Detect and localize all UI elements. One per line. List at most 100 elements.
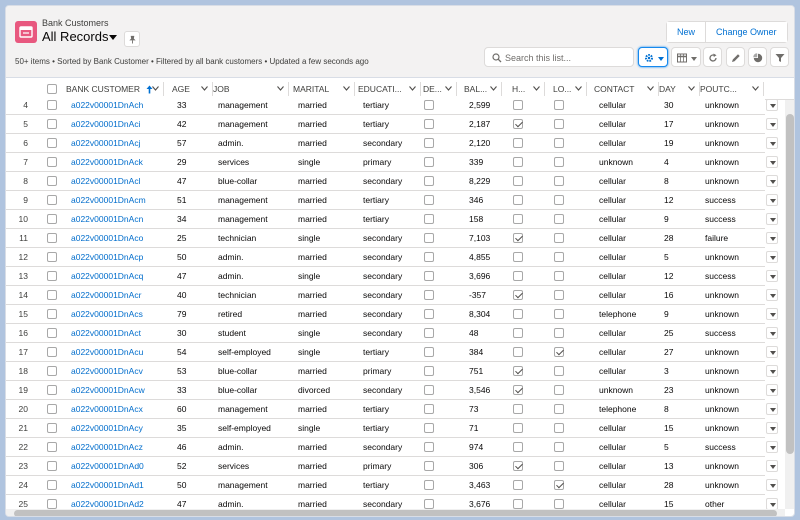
refresh-button[interactable] xyxy=(703,47,722,67)
column-divider[interactable] xyxy=(544,82,545,96)
record-link[interactable]: a022v00001DnAcw xyxy=(71,381,179,399)
column-menu-education-icon[interactable] xyxy=(409,86,416,91)
record-link[interactable]: a022v00001DnAcz xyxy=(71,438,179,456)
record-link[interactable]: a022v00001DnAd0 xyxy=(71,457,179,475)
charts-button[interactable] xyxy=(748,47,767,67)
record-link[interactable]: a022v00001DnAcm xyxy=(71,191,179,209)
row-actions-menu-button[interactable] xyxy=(766,479,778,491)
table-row[interactable]: 8 a022v00001DnAcl 47 blue-collar married seco… xyxy=(6,172,778,191)
table-row[interactable]: 16 a022v00001DnAct 30 student single secondar… xyxy=(6,324,778,343)
table-row[interactable]: 17 a022v00001DnAcu 54 self-employed single te… xyxy=(6,343,778,362)
row-actions-menu-button[interactable] xyxy=(766,460,778,472)
vertical-scrollbar[interactable] xyxy=(785,100,794,509)
record-link[interactable]: a022v00001DnAco xyxy=(71,229,179,247)
record-link[interactable]: a022v00001DnAcj xyxy=(71,134,179,152)
row-actions-menu-button[interactable] xyxy=(766,365,778,377)
row-actions-menu-button[interactable] xyxy=(766,441,778,453)
row-actions-menu-button[interactable] xyxy=(766,270,778,282)
row-select-checkbox[interactable] xyxy=(47,385,57,395)
display-as-button[interactable] xyxy=(671,47,701,67)
record-link[interactable]: a022v00001DnAcn xyxy=(71,210,179,228)
row-actions-menu-button[interactable] xyxy=(766,422,778,434)
table-row[interactable]: 10 a022v00001DnAcn 34 management married tert… xyxy=(6,210,778,229)
new-button[interactable]: New xyxy=(667,22,706,42)
inline-edit-button[interactable] xyxy=(726,47,745,67)
row-select-checkbox[interactable] xyxy=(47,271,57,281)
table-row[interactable]: 9 a022v00001DnAcm 51 management married terti… xyxy=(6,191,778,210)
record-link[interactable]: a022v00001DnAct xyxy=(71,324,179,342)
record-link[interactable]: a022v00001DnAcy xyxy=(71,419,179,437)
column-menu-day-icon[interactable] xyxy=(688,86,695,91)
row-select-checkbox[interactable] xyxy=(47,366,57,376)
change-owner-button[interactable]: Change Owner xyxy=(705,22,787,42)
row-actions-menu-button[interactable] xyxy=(766,118,778,130)
row-actions-menu-button[interactable] xyxy=(766,137,778,149)
column-menu-balance-icon[interactable] xyxy=(490,86,497,91)
search-box[interactable] xyxy=(484,47,634,67)
column-menu-name-icon[interactable] xyxy=(152,86,159,91)
row-actions-menu-button[interactable] xyxy=(766,232,778,244)
row-select-checkbox[interactable] xyxy=(47,347,57,357)
table-row[interactable]: 6 a022v00001DnAcj 57 admin. married secondary… xyxy=(6,134,778,153)
table-row[interactable]: 15 a022v00001DnAcs 79 retired married seconda… xyxy=(6,305,778,324)
record-link[interactable]: a022v00001DnAcl xyxy=(71,172,179,190)
table-row[interactable]: 4 a022v00001DnAch 33 management married terti… xyxy=(6,96,778,115)
row-select-checkbox[interactable] xyxy=(47,176,57,186)
column-divider[interactable] xyxy=(456,82,457,96)
column-divider[interactable] xyxy=(420,82,421,96)
column-divider[interactable] xyxy=(354,82,355,96)
row-select-checkbox[interactable] xyxy=(47,138,57,148)
row-select-checkbox[interactable] xyxy=(47,461,57,471)
record-link[interactable]: a022v00001DnAck xyxy=(71,153,179,171)
column-menu-contact-icon[interactable] xyxy=(647,86,654,91)
horizontal-scrollbar[interactable] xyxy=(6,509,785,516)
select-all-checkbox[interactable] xyxy=(47,84,57,94)
list-settings-button[interactable] xyxy=(638,47,668,67)
column-menu-marital-icon[interactable] xyxy=(343,86,350,91)
column-divider[interactable] xyxy=(288,82,289,96)
pin-button[interactable] xyxy=(124,31,140,47)
row-actions-menu-button[interactable] xyxy=(766,213,778,225)
row-actions-menu-button[interactable] xyxy=(766,403,778,415)
row-select-checkbox[interactable] xyxy=(47,214,57,224)
row-actions-menu-button[interactable] xyxy=(766,308,778,320)
record-link[interactable]: a022v00001DnAcu xyxy=(71,343,179,361)
row-select-checkbox[interactable] xyxy=(47,328,57,338)
record-link[interactable]: a022v00001DnAcr xyxy=(71,286,179,304)
table-row[interactable]: 22 a022v00001DnAcz 46 admin. married secondar… xyxy=(6,438,778,457)
row-select-checkbox[interactable] xyxy=(47,423,57,433)
column-divider[interactable] xyxy=(163,82,164,96)
search-input[interactable] xyxy=(505,50,629,65)
table-row[interactable]: 24 a022v00001DnAd1 50 management married tert… xyxy=(6,476,778,495)
table-row[interactable]: 7 a022v00001DnAck 29 services single primary 3… xyxy=(6,153,778,172)
record-link[interactable]: a022v00001DnAcx xyxy=(71,400,179,418)
row-actions-menu-button[interactable] xyxy=(766,384,778,396)
row-select-checkbox[interactable] xyxy=(47,233,57,243)
caret-down-icon[interactable] xyxy=(108,32,118,42)
record-link[interactable]: a022v00001DnAcv xyxy=(71,362,179,380)
row-actions-menu-button[interactable] xyxy=(766,156,778,168)
column-menu-loan-icon[interactable] xyxy=(575,86,582,91)
row-select-checkbox[interactable] xyxy=(47,404,57,414)
row-actions-menu-button[interactable] xyxy=(766,346,778,358)
table-row[interactable]: 18 a022v00001DnAcv 53 blue-collar married pri… xyxy=(6,362,778,381)
table-row[interactable]: 14 a022v00001DnAcr 40 technician married seco… xyxy=(6,286,778,305)
column-menu-default-icon[interactable] xyxy=(445,86,452,91)
column-divider[interactable] xyxy=(763,82,764,96)
table-row[interactable]: 19 a022v00001DnAcw 33 blue-collar divorced se… xyxy=(6,381,778,400)
record-link[interactable]: a022v00001DnAcs xyxy=(71,305,179,323)
row-actions-menu-button[interactable] xyxy=(766,194,778,206)
row-select-checkbox[interactable] xyxy=(47,309,57,319)
table-row[interactable]: 23 a022v00001DnAd0 52 services married primar… xyxy=(6,457,778,476)
row-select-checkbox[interactable] xyxy=(47,252,57,262)
vertical-scroll-thumb[interactable] xyxy=(786,114,794,454)
table-row[interactable]: 5 a022v00001DnAci 42 management married terti… xyxy=(6,115,778,134)
row-actions-menu-button[interactable] xyxy=(766,327,778,339)
row-select-checkbox[interactable] xyxy=(47,195,57,205)
record-link[interactable]: a022v00001DnAci xyxy=(71,115,179,133)
table-row[interactable]: 20 a022v00001DnAcx 60 management married tert… xyxy=(6,400,778,419)
table-row[interactable]: 12 a022v00001DnAcp 50 admin. married secondar… xyxy=(6,248,778,267)
column-menu-job-icon[interactable] xyxy=(277,86,284,91)
row-select-checkbox[interactable] xyxy=(47,499,57,509)
row-actions-menu-button[interactable] xyxy=(766,175,778,187)
